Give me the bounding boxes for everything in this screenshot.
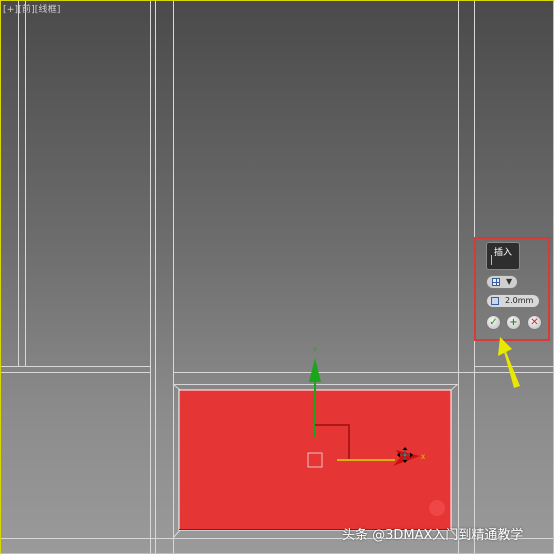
amount-icon xyxy=(491,297,499,305)
watermark: 头条 @3DMAX入门到精通教学 xyxy=(342,528,524,543)
wire-edge xyxy=(172,529,181,539)
inset-mode-dropdown[interactable]: ▼ xyxy=(486,275,518,289)
apply-button[interactable]: + xyxy=(506,315,521,330)
annotation-pointer-icon xyxy=(498,337,520,388)
x-icon: ✕ xyxy=(530,317,539,328)
grid-icon xyxy=(492,278,500,286)
cancel-button[interactable]: ✕ xyxy=(527,315,542,330)
viewport-scene: Y X xyxy=(0,0,554,554)
inset-title-label: 插入 xyxy=(493,248,512,258)
front-viewport[interactable]: Y X [+][前][线框] 插入 ▼ 2.0mm ✓ + ✕ 头条 @3DMA… xyxy=(0,0,554,554)
inset-amount-value: 2.0mm xyxy=(505,296,534,305)
gizmo-y-arrow-icon[interactable] xyxy=(309,358,321,382)
viewport-label[interactable]: [+][前][线框] xyxy=(3,2,61,15)
gizmo-y-label: Y xyxy=(312,347,317,354)
record-dot-icon xyxy=(429,500,445,516)
inset-amount-field[interactable]: 2.0mm xyxy=(486,294,540,308)
cursor-bar xyxy=(491,255,492,265)
inset-caddy: 插入 ▼ 2.0mm ✓ + ✕ xyxy=(484,242,542,334)
check-icon: ✓ xyxy=(489,317,498,328)
inset-title-button[interactable]: 插入 xyxy=(486,242,520,270)
chevron-down-icon: ▼ xyxy=(506,277,513,286)
plus-icon: + xyxy=(509,317,518,328)
gizmo-x-label: X xyxy=(421,454,425,461)
ok-button[interactable]: ✓ xyxy=(486,315,501,330)
